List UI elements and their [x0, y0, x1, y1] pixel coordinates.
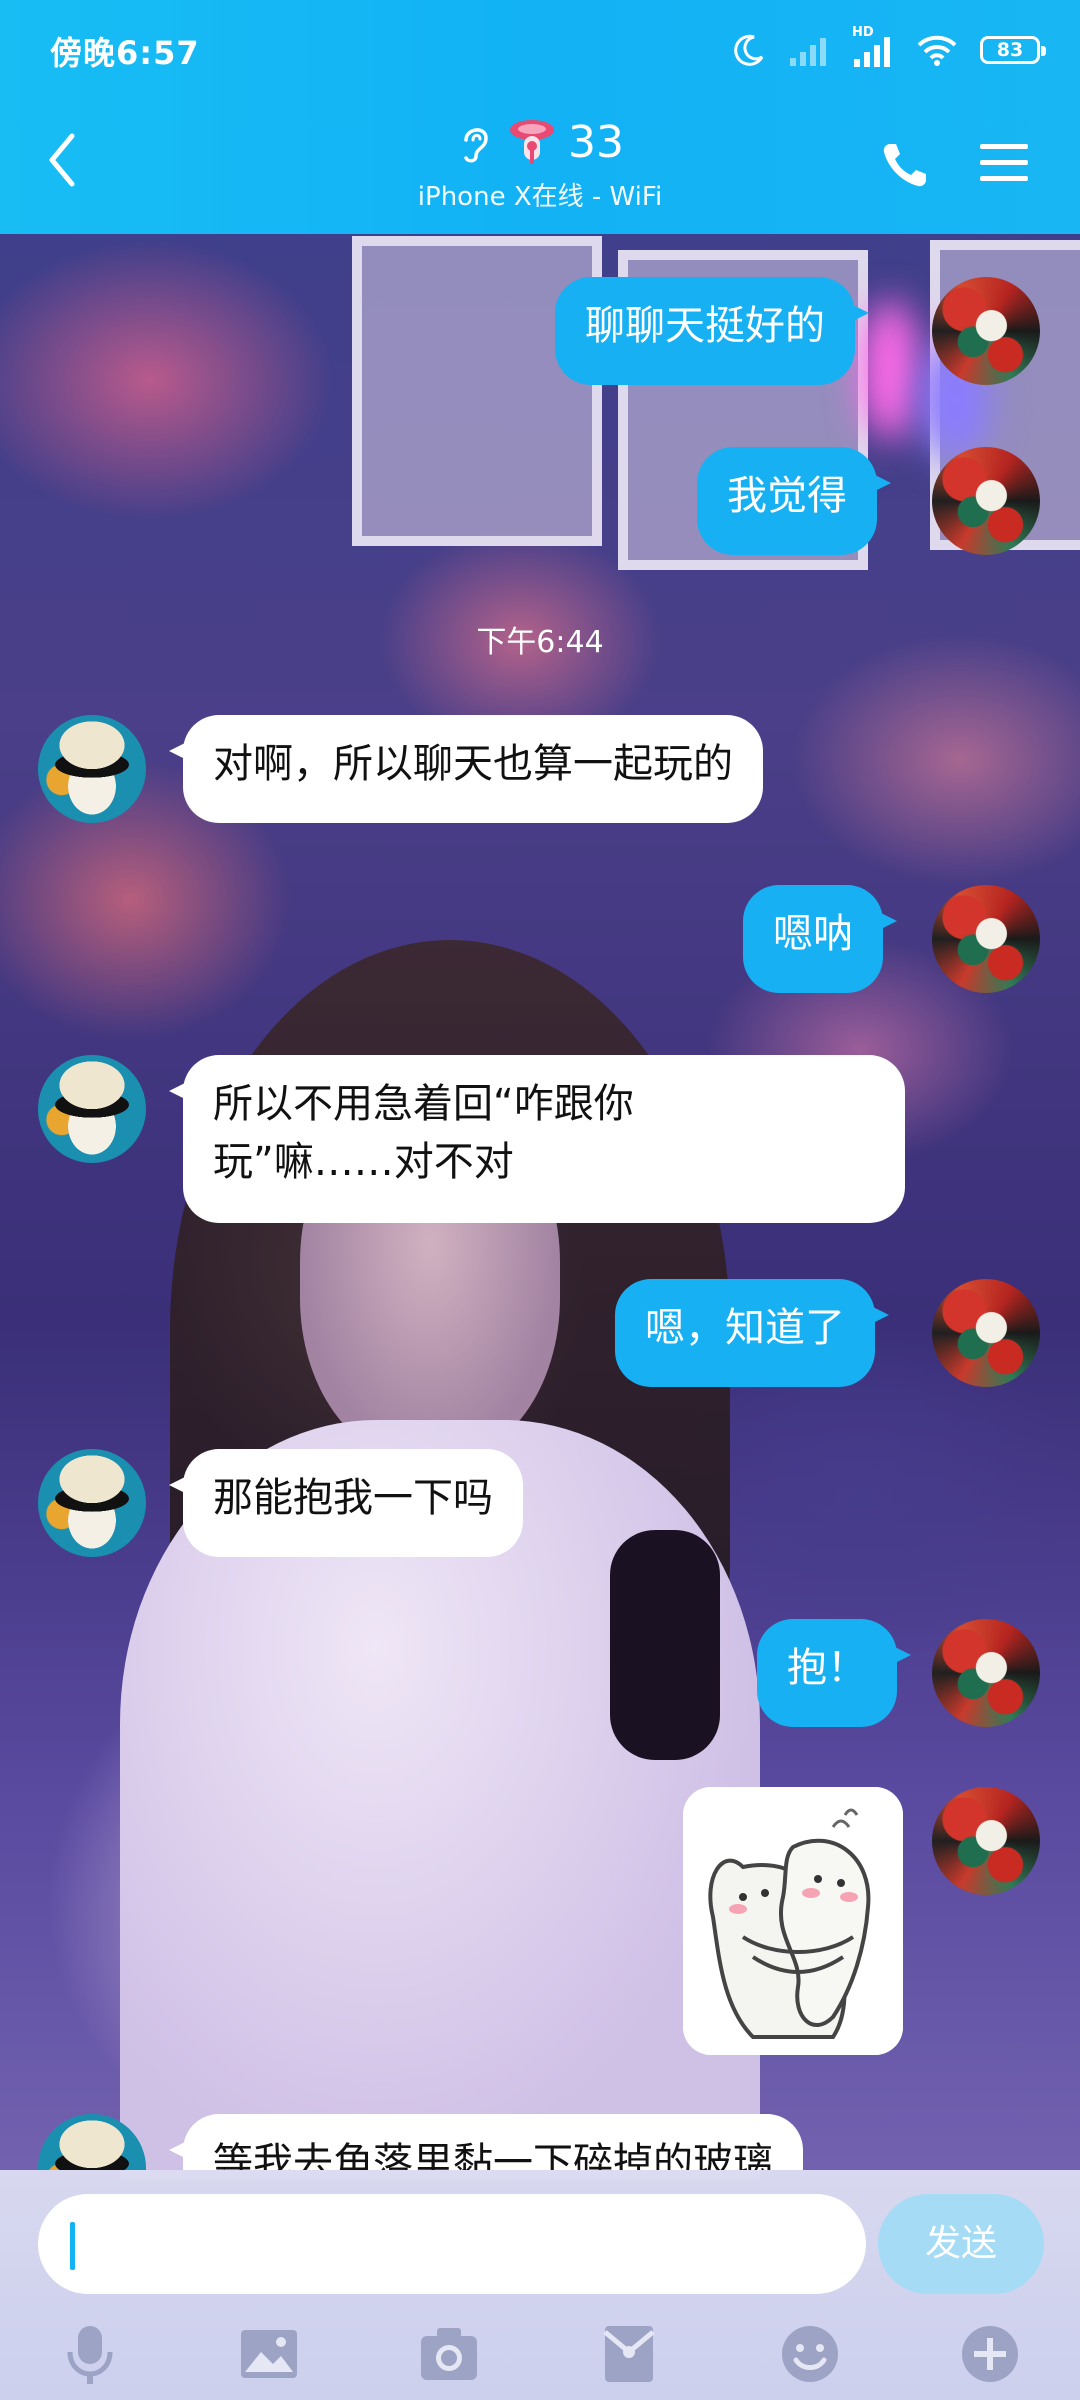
my-message-bubble[interactable]: 聊聊天挺好的: [555, 277, 869, 385]
my-message-bubble[interactable]: 我觉得: [697, 447, 891, 555]
my-avatar[interactable]: [932, 1619, 1040, 1727]
menu-icon[interactable]: [980, 142, 1028, 184]
contact-avatar[interactable]: [38, 715, 146, 823]
timestamp-separator: 下午6:44: [476, 625, 604, 660]
plus-icon[interactable]: [958, 2322, 1022, 2386]
send-button[interactable]: 发送: [878, 2194, 1044, 2294]
ear-icon: [464, 128, 488, 163]
pacifier-badge-icon: [510, 120, 554, 164]
message-input[interactable]: [38, 2194, 866, 2294]
input-area: 发送: [0, 2170, 1080, 2400]
battery-level: 83: [996, 39, 1024, 61]
contact-avatar[interactable]: [38, 2114, 146, 2170]
their-message-bubble[interactable]: 那能抱我一下吗: [169, 1449, 523, 1557]
status-icons: HD 83: [732, 25, 1046, 70]
text-cursor: [70, 2222, 75, 2270]
hd-signal: HD: [852, 25, 894, 67]
my-avatar[interactable]: [932, 885, 1040, 993]
message-line: 玩”嘛……对不对: [213, 1139, 514, 1185]
contact-avatar[interactable]: [38, 1449, 146, 1557]
my-avatar[interactable]: [932, 277, 1040, 385]
contact-avatar[interactable]: [38, 1055, 146, 1163]
moon-icon: [734, 34, 764, 66]
hd-label: HD: [852, 25, 874, 40]
their-message-bubble[interactable]: 对啊，所以聊天也算一起玩的: [169, 715, 763, 823]
header-bar: 傍晚6:57 HD 83 33 iPhone X在线 - WiFi: [0, 0, 1080, 234]
red-packet-icon[interactable]: [597, 2322, 661, 2386]
mic-icon[interactable]: [58, 2322, 122, 2386]
hug-sticker-image: [683, 1787, 903, 2055]
message-list[interactable]: 聊聊天挺好的 我觉得 下午6:44 对啊，所以聊天也算一起玩的 嗯呐 所以不用急…: [0, 234, 1080, 2170]
camera-icon[interactable]: [417, 2322, 481, 2386]
contact-name: 33: [568, 116, 624, 168]
phone-icon[interactable]: [880, 140, 930, 190]
my-avatar[interactable]: [932, 1279, 1040, 1387]
battery-indicator: 83: [980, 36, 1046, 64]
my-message-bubble[interactable]: 嗯呐: [743, 885, 897, 993]
status-time: 傍晚6:57: [50, 34, 200, 72]
emoji-icon[interactable]: [778, 2322, 842, 2386]
their-message-bubble[interactable]: 等我去角落里黏一下碎掉的玻璃: [169, 2114, 803, 2170]
message-line: 所以不用急着回“咋跟你: [213, 1081, 634, 1127]
hug-sticker[interactable]: [683, 1787, 903, 2055]
my-avatar[interactable]: [932, 447, 1040, 555]
my-message-bubble[interactable]: 嗯，知道了: [615, 1279, 889, 1387]
image-icon[interactable]: [237, 2322, 301, 2386]
their-message-bubble[interactable]: 所以不用急着回“咋跟你 玩”嘛……对不对: [169, 1055, 905, 1223]
wifi-icon: [917, 35, 957, 66]
signal-icon: [790, 38, 826, 66]
my-avatar[interactable]: [932, 1787, 1040, 1895]
my-message-bubble[interactable]: 抱！: [757, 1619, 911, 1727]
